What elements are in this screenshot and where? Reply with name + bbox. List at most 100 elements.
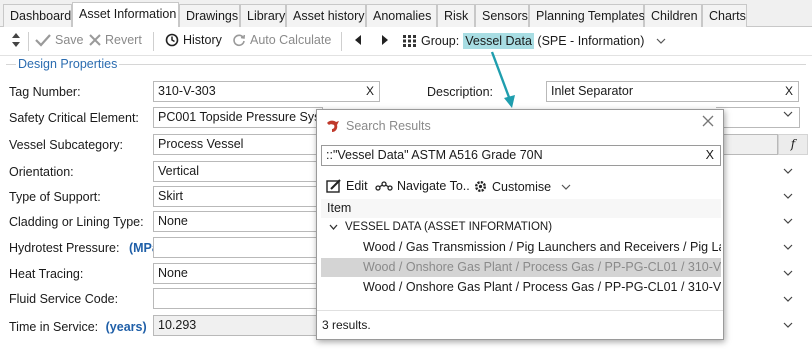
- chevron-down-icon[interactable]: [783, 218, 793, 224]
- group-selector[interactable]: Group: Vessel Data (SPE - Information): [403, 33, 666, 49]
- time-in-service-value: 10.293: [158, 318, 197, 332]
- subcategory-label: Vessel Subcategory:: [9, 138, 123, 152]
- chevron-down-icon[interactable]: [783, 244, 793, 250]
- tab-asset-information[interactable]: Asset Information: [72, 2, 179, 28]
- fluid-service-field[interactable]: [153, 288, 323, 309]
- heat-tracing-value: None: [158, 266, 188, 280]
- toolbar: Save Revert History Auto Calculate Group…: [0, 27, 812, 56]
- result-row[interactable]: Wood / Onshore Gas Plant / Process Gas /…: [321, 278, 721, 297]
- description-label: Description:: [427, 85, 493, 99]
- orientation-label: Orientation:: [9, 165, 74, 179]
- chevron-down-icon[interactable]: [783, 193, 793, 199]
- hydrotest-label: Hydrotest Pressure: (MPa): [9, 241, 163, 255]
- section-divider: [6, 64, 806, 65]
- heat-tracing-label: Heat Tracing:: [9, 267, 84, 281]
- subcategory-field[interactable]: Process Vessel: [153, 134, 323, 155]
- search-results-dialog: Search Results ::"Vessel Data" ASTM A516…: [316, 109, 724, 340]
- column-header-item[interactable]: Item: [321, 199, 721, 218]
- revert-label: Revert: [105, 33, 142, 47]
- close-icon[interactable]: [702, 115, 714, 127]
- edit-button[interactable]: Edit: [326, 179, 368, 193]
- result-group-label: VESSEL DATA (ASSET INFORMATION): [345, 221, 553, 233]
- navigate-path-icon: [375, 181, 393, 191]
- tab-children[interactable]: Children: [644, 4, 702, 27]
- orientation-field[interactable]: Vertical: [153, 161, 323, 182]
- auto-calculate-button[interactable]: Auto Calculate: [232, 33, 331, 47]
- app-logo-icon: [327, 120, 339, 132]
- tab-asset-history[interactable]: Asset history: [286, 4, 366, 27]
- time-in-service-label-text: Time in Service:: [9, 320, 99, 334]
- support-label: Type of Support:: [9, 190, 101, 204]
- navigate-label: Navigate To..: [397, 179, 470, 193]
- description-field[interactable]: Inlet Separator X: [546, 81, 799, 102]
- heat-tracing-field[interactable]: None: [153, 263, 323, 284]
- navigate-to-button[interactable]: Navigate To..: [375, 179, 470, 193]
- subcategory-value: Process Vessel: [158, 137, 244, 151]
- search-clear-button[interactable]: X: [706, 148, 714, 162]
- chevron-down-icon[interactable]: [783, 296, 793, 302]
- safety-critical-field[interactable]: PC001 Topside Pressure System: [153, 107, 323, 128]
- chevron-down-icon[interactable]: [783, 168, 793, 174]
- tag-number-field[interactable]: 310-V-303 X: [153, 81, 380, 102]
- tab-library[interactable]: Library: [240, 4, 286, 27]
- triangle-left-icon: [355, 35, 361, 45]
- search-query-input[interactable]: ::"Vessel Data" ASTM A516 Grade 70N X: [321, 145, 721, 166]
- support-field[interactable]: Skirt: [153, 186, 323, 207]
- cladding-field[interactable]: None: [153, 211, 323, 232]
- result-row[interactable]: Wood / Onshore Gas Plant / Process Gas /…: [321, 258, 721, 277]
- auto-calculate-label: Auto Calculate: [250, 33, 332, 47]
- history-label: History: [183, 33, 222, 47]
- checkmark-icon: [35, 34, 51, 47]
- triangle-right-icon: [382, 35, 388, 45]
- grid-icon: [403, 35, 416, 47]
- hydrotest-label-text: Hydrotest Pressure:: [9, 241, 120, 255]
- customise-button[interactable]: Customise: [473, 179, 571, 194]
- result-row[interactable]: Wood / Gas Transmission / Pig Launchers …: [321, 238, 721, 257]
- description-clear-button[interactable]: X: [785, 84, 793, 98]
- chevron-down-icon[interactable]: [783, 111, 793, 117]
- tab-anomalies[interactable]: Anomalies: [366, 4, 437, 27]
- edit-label: Edit: [346, 179, 368, 193]
- tab-dashboard[interactable]: Dashboard: [3, 4, 72, 27]
- group-highlight: Vessel Data: [463, 33, 534, 49]
- cladding-label: Cladding or Lining Type:: [9, 215, 144, 229]
- tab-bar: Dashboard Asset Information Drawings Lib…: [0, 0, 812, 28]
- results-count: 3 results.: [322, 318, 371, 332]
- previous-button[interactable]: [355, 35, 362, 45]
- time-in-service-unit: (years): [105, 320, 147, 334]
- section-title: Design Properties: [16, 57, 120, 71]
- formula-icon[interactable]: f: [778, 134, 808, 155]
- save-button[interactable]: Save: [35, 33, 84, 47]
- group-label: Group:: [421, 34, 460, 48]
- time-in-service-field: 10.293: [153, 315, 323, 336]
- search-query-value: ::"Vessel Data" ASTM A516 Grade 70N: [326, 148, 543, 162]
- hydrotest-field[interactable]: [153, 237, 323, 258]
- result-group-header[interactable]: VESSEL DATA (ASSET INFORMATION): [329, 221, 552, 233]
- revert-button[interactable]: Revert: [89, 33, 142, 47]
- history-button[interactable]: History: [165, 33, 222, 47]
- chevron-down-icon[interactable]: [783, 322, 793, 328]
- customise-label: Customise: [492, 179, 552, 194]
- tab-charts[interactable]: Charts: [702, 4, 747, 27]
- reorder-button[interactable]: [11, 32, 21, 48]
- tab-planning-templates[interactable]: Planning Templates: [529, 4, 645, 27]
- next-button[interactable]: [381, 35, 388, 45]
- chevron-down-icon[interactable]: [783, 270, 793, 276]
- chevron-down-icon: [656, 38, 666, 44]
- tag-number-value: 310-V-303: [158, 84, 216, 98]
- tag-number-clear-button[interactable]: X: [366, 84, 374, 98]
- tab-sensors[interactable]: Sensors: [475, 4, 529, 27]
- fluid-service-label: Fluid Service Code:: [9, 292, 119, 306]
- right-calculated-field: [716, 134, 778, 155]
- tab-risk[interactable]: Risk: [437, 4, 475, 27]
- tag-number-label: Tag Number:: [9, 85, 81, 99]
- close-x-icon: [89, 34, 101, 46]
- dialog-footer-divider: [317, 310, 723, 311]
- tab-drawings[interactable]: Drawings: [179, 4, 240, 27]
- dialog-title: Search Results: [346, 119, 431, 133]
- save-label: Save: [55, 33, 84, 47]
- gear-icon: [474, 180, 487, 193]
- support-value: Skirt: [158, 189, 183, 203]
- toolbar-divider: [341, 32, 342, 51]
- time-in-service-label: Time in Service: (years): [9, 320, 147, 334]
